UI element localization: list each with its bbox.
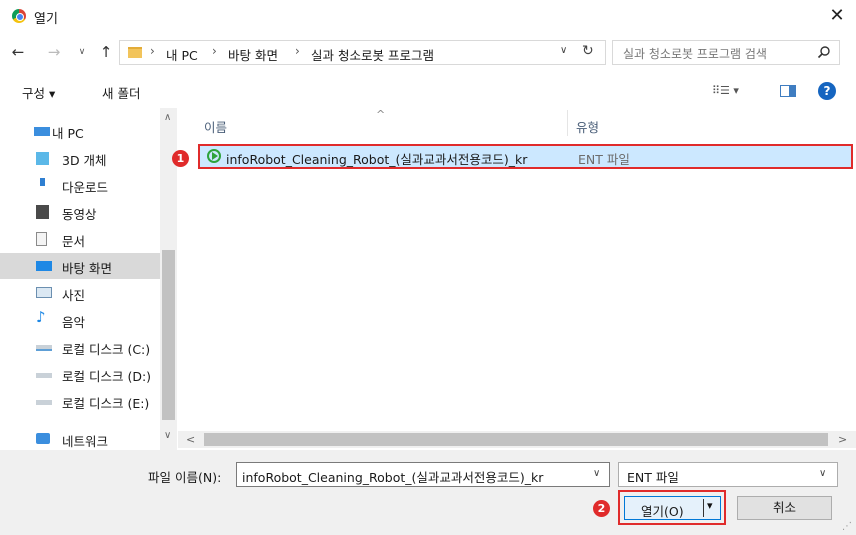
- chrome-app-icon: [12, 9, 26, 23]
- address-dropdown-button[interactable]: ∨: [560, 45, 567, 56]
- sidebar-item-music[interactable]: ♪ 음악: [0, 307, 160, 333]
- sidebar-item-network[interactable]: 네트워크: [0, 426, 160, 452]
- sidebar-item-label: 바탕 화면: [62, 261, 112, 276]
- file-name: infoRobot_Cleaning_Robot_(실과교과서전용코드)_kr: [226, 152, 528, 167]
- scroll-left-arrow-icon[interactable]: <: [186, 433, 195, 446]
- scrollbar-thumb[interactable]: [204, 433, 828, 446]
- sidebar-item-drive-e[interactable]: 로컬 디스크 (E:): [0, 388, 160, 414]
- file-type-value: ENT 파일: [627, 470, 679, 485]
- sidebar-item-label: 로컬 디스크 (D:): [62, 369, 152, 384]
- preview-pane-icon[interactable]: [780, 85, 796, 97]
- column-divider[interactable]: [567, 110, 568, 136]
- open-button-label: 열기(O): [641, 504, 684, 519]
- resize-grip-icon[interactable]: ⋰: [842, 521, 852, 532]
- download-arrow-icon: [36, 178, 48, 192]
- sidebar-item-label: 다운로드: [62, 180, 109, 195]
- drive-icon: [36, 373, 52, 378]
- title-bar: 열기 ✕: [0, 0, 856, 32]
- sidebar-item-documents[interactable]: 문서: [0, 226, 160, 252]
- scroll-down-arrow-icon[interactable]: ∨: [164, 430, 171, 441]
- column-header-type[interactable]: 유형: [576, 117, 599, 136]
- folder-icon: [128, 47, 142, 58]
- music-note-icon: ♪: [36, 308, 46, 326]
- chevron-down-icon[interactable]: ∨: [819, 468, 826, 479]
- file-type-select[interactable]: ENT 파일 ∨: [618, 462, 838, 487]
- back-button[interactable]: ←: [8, 42, 28, 62]
- up-button[interactable]: ↑: [96, 42, 116, 62]
- sidebar-item-desktop[interactable]: 바탕 화면: [0, 253, 160, 279]
- file-list: ^ 이름 유형 infoRobot_Cleaning_Robot_(실과교과서전…: [178, 108, 856, 450]
- drive-icon: [36, 400, 52, 405]
- sidebar-item-drive-d[interactable]: 로컬 디스크 (D:): [0, 361, 160, 387]
- sidebar-item-pictures[interactable]: 사진: [0, 280, 160, 306]
- sidebar-item-label: 네트워크: [62, 434, 109, 449]
- sidebar-item-label: 3D 개체: [62, 153, 107, 168]
- file-row[interactable]: infoRobot_Cleaning_Robot_(실과교과서전용코드)_kr …: [198, 144, 853, 169]
- breadcrumb-separator: ›: [295, 44, 300, 58]
- sidebar-item-drive-c[interactable]: 로컬 디스크 (C:): [0, 334, 160, 360]
- computer-icon: [34, 127, 50, 136]
- sidebar-item-videos[interactable]: 동영상: [0, 199, 160, 225]
- breadcrumb-desktop[interactable]: 바탕 화면: [228, 45, 278, 64]
- organize-button[interactable]: 구성 ▾: [22, 83, 55, 102]
- step-marker-1: 1: [172, 150, 189, 167]
- breadcrumb-current-folder[interactable]: 실과 청소로봇 프로그램: [311, 45, 434, 64]
- sort-arrow-icon: ^: [376, 108, 386, 121]
- scroll-right-arrow-icon[interactable]: >: [838, 433, 847, 446]
- open-button[interactable]: 열기(O) ▾: [624, 496, 721, 520]
- search-input[interactable]: 실과 청소로봇 프로그램 검색: [612, 40, 840, 65]
- step-marker-2: 2: [593, 500, 610, 517]
- film-icon: [36, 205, 49, 219]
- desktop-icon: [36, 261, 52, 271]
- filename-value: infoRobot_Cleaning_Robot_(실과교과서전용코드)_kr: [242, 470, 544, 485]
- address-bar[interactable]: › 내 PC › 바탕 화면 › 실과 청소로봇 프로그램 ∨ ↻: [119, 40, 606, 65]
- document-icon: [36, 232, 47, 246]
- dialog-footer: 파일 이름(N): infoRobot_Cleaning_Robot_(실과교과…: [0, 450, 856, 535]
- navigation-pane: 내 PC 3D 개체 다운로드 동영상 문서 바탕 화면 사진 ♪ 음악 로컬 …: [0, 108, 178, 450]
- cancel-button[interactable]: 취소: [737, 496, 832, 520]
- sidebar-item-label: 동영상: [62, 207, 97, 222]
- command-toolbar: 구성 ▾ 새 폴더 ⠿☰ ▾ ?: [0, 76, 856, 106]
- horizontal-scrollbar[interactable]: < >: [178, 431, 856, 448]
- refresh-button[interactable]: ↻: [582, 43, 594, 59]
- recent-locations-button[interactable]: ∨: [72, 42, 92, 62]
- sidebar-item-3d-objects[interactable]: 3D 개체: [0, 145, 160, 171]
- sidebar-item-label: 음악: [62, 315, 86, 330]
- sidebar-item-label: 문서: [62, 234, 86, 249]
- scroll-up-arrow-icon[interactable]: ∧: [164, 112, 171, 123]
- sidebar-item-label: 로컬 디스크 (E:): [62, 396, 150, 411]
- breadcrumb-separator: ›: [212, 44, 217, 58]
- sidebar-item-label: 로컬 디스크 (C:): [62, 342, 151, 357]
- split-divider: [703, 499, 704, 517]
- drive-icon: [36, 345, 52, 351]
- network-icon: [36, 433, 50, 444]
- picture-icon: [36, 287, 52, 298]
- sidebar-item-label: 사진: [62, 288, 86, 303]
- open-options-dropdown-icon[interactable]: ▾: [707, 499, 713, 512]
- breadcrumb-separator: ›: [150, 44, 155, 58]
- new-folder-button[interactable]: 새 폴더: [102, 83, 140, 102]
- window-title: 열기: [34, 12, 58, 27]
- file-type: ENT 파일: [578, 152, 630, 167]
- scrollbar-thumb[interactable]: [162, 250, 175, 420]
- sidebar-item-downloads[interactable]: 다운로드: [0, 172, 160, 198]
- column-header-name[interactable]: 이름: [204, 117, 227, 136]
- sidebar-item-this-pc[interactable]: 내 PC: [0, 118, 160, 144]
- change-view-button[interactable]: ⠿☰ ▾: [712, 84, 739, 97]
- filename-field[interactable]: infoRobot_Cleaning_Robot_(실과교과서전용코드)_kr …: [236, 462, 610, 487]
- close-button[interactable]: ✕: [820, 2, 854, 30]
- forward-button[interactable]: →: [44, 42, 64, 62]
- breadcrumb-this-pc[interactable]: 내 PC: [166, 45, 198, 64]
- sidebar-item-label: 내 PC: [52, 126, 84, 141]
- play-file-icon: [207, 149, 221, 163]
- filename-label: 파일 이름(N):: [148, 470, 222, 485]
- help-icon[interactable]: ?: [818, 82, 836, 100]
- cube-icon: [36, 152, 49, 165]
- search-placeholder: 실과 청소로봇 프로그램 검색: [623, 47, 767, 61]
- chevron-down-icon[interactable]: ∨: [593, 468, 600, 479]
- search-icon[interactable]: [817, 45, 831, 59]
